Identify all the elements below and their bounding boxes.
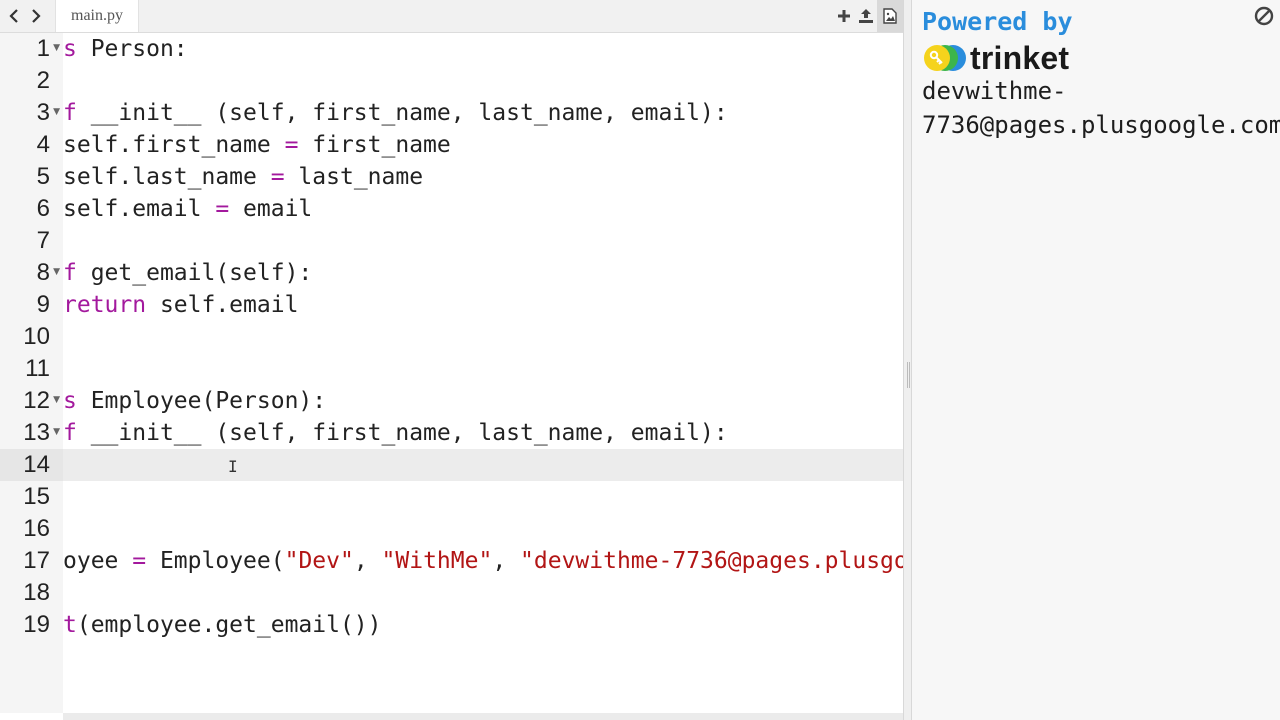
line-number: 9 bbox=[36, 291, 50, 318]
plus-icon[interactable] bbox=[833, 0, 855, 32]
line-number: 8 bbox=[36, 259, 50, 286]
code-text: f __init__ (self, first_name, last_name,… bbox=[63, 420, 728, 446]
line-number: 13 bbox=[23, 419, 50, 446]
splitter-grip-icon[interactable] bbox=[907, 362, 910, 388]
code-line[interactable]: 9 return self.email bbox=[0, 289, 903, 321]
line-number: 1 bbox=[36, 35, 50, 62]
code-line[interactable]: 12 ▼ s Employee(Person): bbox=[0, 385, 903, 417]
code-line[interactable]: 3 ▼ f __init__ (self, first_name, last_na… bbox=[0, 97, 903, 129]
code-text: self.email = email bbox=[63, 196, 313, 222]
image-file-icon[interactable] bbox=[877, 0, 903, 32]
code-line-active[interactable]: 14 bbox=[0, 449, 903, 481]
chevron-left-icon[interactable] bbox=[6, 6, 22, 26]
fold-arrow-icon[interactable]: ▼ bbox=[53, 395, 60, 405]
code-line[interactable]: 17 oyee = Employee("Dev", "WithMe", "dev… bbox=[0, 545, 903, 577]
powered-by-label: Powered by bbox=[922, 7, 1073, 36]
output-line-2: 7736@pages.plusgoogle.com bbox=[922, 111, 1280, 139]
pane-splitter[interactable] bbox=[903, 0, 912, 720]
trinket-logo-icon bbox=[924, 45, 966, 71]
fold-arrow-icon[interactable]: ▼ bbox=[53, 427, 60, 437]
code-line[interactable]: 16 bbox=[0, 513, 903, 545]
code-line[interactable]: 13 ▼ f __init__ (self, first_name, last_n… bbox=[0, 417, 903, 449]
text-cursor-icon: I bbox=[228, 457, 238, 476]
code-line[interactable]: 8 ▼ f get_email(self): bbox=[0, 257, 903, 289]
line-number: 11 bbox=[25, 355, 50, 382]
fold-arrow-icon[interactable]: ▼ bbox=[53, 43, 60, 53]
code-text: return self.email bbox=[63, 292, 299, 318]
code-line[interactable]: 2 bbox=[0, 65, 903, 97]
code-editor[interactable]: 1 ▼ s Person: 2 3 ▼ f __init__ (self, firs… bbox=[0, 33, 903, 713]
code-line[interactable]: 1 ▼ s Person: bbox=[0, 33, 903, 65]
line-number: 7 bbox=[36, 227, 50, 254]
horizontal-scrollbar[interactable] bbox=[63, 713, 903, 720]
line-number: 18 bbox=[23, 579, 50, 606]
code-text: s Employee(Person): bbox=[63, 388, 327, 414]
code-line[interactable]: 18 bbox=[0, 577, 903, 609]
output-pane: Powered by trinket devwithme- 7736@pages… bbox=[912, 0, 1280, 720]
line-number: 5 bbox=[36, 163, 50, 190]
code-line[interactable]: 15 bbox=[0, 481, 903, 513]
code-line[interactable]: 6 self.email = email bbox=[0, 193, 903, 225]
line-number: 3 bbox=[36, 99, 50, 126]
tab-main-py[interactable]: main.py bbox=[55, 0, 139, 32]
line-number: 10 bbox=[23, 323, 50, 350]
line-number: 19 bbox=[23, 611, 50, 638]
code-line[interactable]: 5 self.last_name = last_name bbox=[0, 161, 903, 193]
editor-tools bbox=[833, 0, 903, 32]
upload-icon[interactable] bbox=[855, 0, 877, 32]
code-text: t(employee.get_email()) bbox=[63, 612, 382, 638]
code-text: f get_email(self): bbox=[63, 260, 313, 286]
chevron-right-icon[interactable] bbox=[28, 6, 44, 26]
code-text: f __init__ (self, first_name, last_name,… bbox=[63, 100, 728, 126]
fold-arrow-icon[interactable]: ▼ bbox=[53, 267, 60, 277]
line-number: 15 bbox=[23, 483, 50, 510]
brand-name: trinket bbox=[970, 39, 1070, 76]
code-text: s Person: bbox=[63, 36, 188, 62]
code-line[interactable]: 4 self.first_name = first_name bbox=[0, 129, 903, 161]
tab-navigation bbox=[0, 0, 50, 32]
code-text: self.last_name = last_name bbox=[63, 164, 424, 190]
code-text: oyee = Employee("Dev", "WithMe", "devwit… bbox=[63, 548, 903, 574]
program-output: devwithme- 7736@pages.plusgoogle.com bbox=[922, 74, 1280, 142]
stop-icon[interactable] bbox=[1254, 6, 1274, 26]
line-number: 6 bbox=[36, 195, 50, 222]
output-line-1: devwithme- bbox=[922, 77, 1067, 105]
editor-pane: main.py 1 ▼ s Person: 2 3 ▼ f __init__ (… bbox=[0, 0, 903, 720]
tab-label: main.py bbox=[71, 7, 123, 24]
line-number: 17 bbox=[23, 547, 50, 574]
line-number: 4 bbox=[36, 131, 50, 158]
code-line[interactable]: 10 bbox=[0, 321, 903, 353]
code-text: self.first_name = first_name bbox=[63, 132, 451, 158]
code-line[interactable]: 11 bbox=[0, 353, 903, 385]
fold-arrow-icon[interactable]: ▼ bbox=[53, 107, 60, 117]
editor-toolbar: main.py bbox=[0, 0, 903, 33]
trinket-app: main.py 1 ▼ s Person: 2 3 ▼ f __init__ (… bbox=[0, 0, 1280, 720]
trinket-brand: trinket bbox=[922, 40, 1069, 76]
code-line[interactable]: 19 t(employee.get_email()) bbox=[0, 609, 903, 641]
line-number: 2 bbox=[36, 67, 50, 94]
line-number: 14 bbox=[23, 451, 50, 478]
line-number: 16 bbox=[23, 515, 50, 542]
line-number: 12 bbox=[23, 387, 50, 414]
code-line[interactable]: 7 bbox=[0, 225, 903, 257]
